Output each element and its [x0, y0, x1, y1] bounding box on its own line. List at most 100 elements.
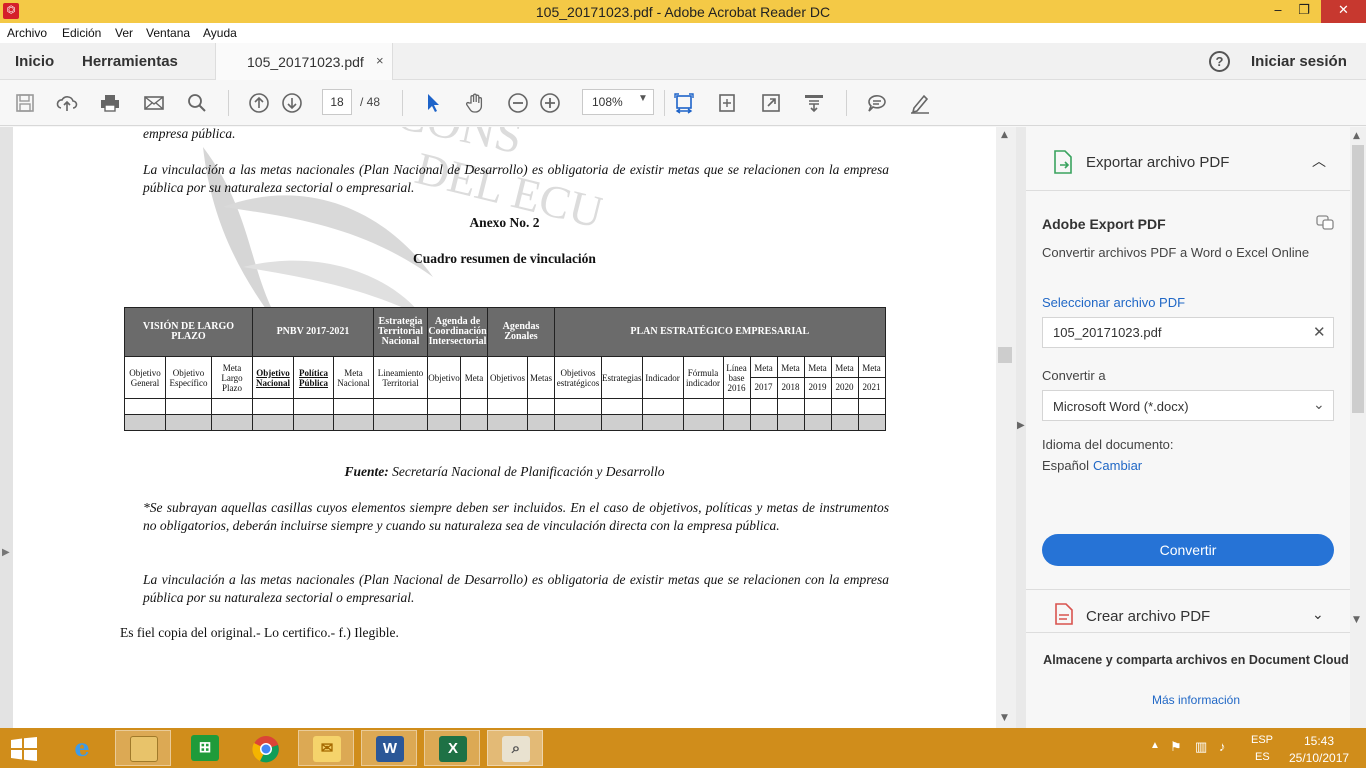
taskbar-word[interactable]: W: [361, 730, 417, 766]
tab-document[interactable]: 105_20171023.pdf ×: [215, 43, 393, 80]
tab-document-label: 105_20171023.pdf: [247, 54, 364, 70]
highlight-pen-icon[interactable]: [909, 92, 931, 114]
taskbar-outlook[interactable]: ✉: [298, 730, 354, 766]
export-pdf-header[interactable]: Exportar archivo PDF ︿: [1026, 127, 1350, 191]
scroll-down-icon[interactable]: ▼: [1001, 713, 1008, 723]
tray-expand-icon[interactable]: ▲: [1150, 740, 1160, 751]
right-panel-scrollbar[interactable]: ▲ ▼: [1350, 127, 1366, 728]
clock-date[interactable]: 25/10/2017: [1289, 751, 1349, 765]
input-language-top[interactable]: ESP: [1251, 734, 1273, 746]
pdf-page: CONS DEL ECU empresa pública. La vincula…: [13, 127, 996, 728]
menu-archivo[interactable]: Archivo: [7, 26, 47, 40]
taskbar-acrobat-reader[interactable]: ⌕: [487, 730, 543, 766]
document-scrollbar[interactable]: ▲ ▼: [996, 127, 1016, 728]
year-label: 2018: [777, 377, 804, 392]
menu-ver[interactable]: Ver: [115, 26, 133, 40]
hand-icon[interactable]: [464, 92, 486, 114]
selected-file-field[interactable]: 105_20171023.pdf ✕: [1042, 317, 1334, 348]
upload-icon[interactable]: [56, 92, 78, 114]
zoom-in-icon[interactable]: [539, 92, 561, 114]
taskbar-file-explorer[interactable]: [115, 730, 171, 766]
fit-page-icon[interactable]: [673, 92, 695, 114]
search-icon[interactable]: [186, 92, 208, 114]
create-pdf-label: Crear archivo PDF: [1086, 608, 1211, 625]
table-group-header: Agenda de Coordinación Intersectorial: [427, 307, 488, 357]
excel-icon: X: [439, 736, 467, 762]
email-icon[interactable]: [143, 92, 165, 114]
taskbar-excel[interactable]: X: [424, 730, 480, 766]
network-icon[interactable]: ▥: [1195, 739, 1207, 755]
taskbar-chrome[interactable]: [238, 730, 294, 766]
scroll-thumb[interactable]: [1352, 145, 1364, 413]
chevron-up-icon[interactable]: ︿: [1312, 151, 1326, 171]
scroll-thumb[interactable]: [998, 347, 1012, 363]
scroll-mode-icon[interactable]: [803, 92, 825, 114]
rotate-icon[interactable]: [716, 92, 738, 114]
paragraph-vinculacion-1: La vinculación a las metas nacionales (P…: [143, 162, 889, 195]
left-panel-toggle-icon[interactable]: ▶: [2, 547, 10, 558]
chevron-down-icon[interactable]: ⌄: [1312, 606, 1324, 623]
create-pdf-header[interactable]: Crear archivo PDF ⌄: [1026, 589, 1350, 633]
select-file-link[interactable]: Seleccionar archivo PDF: [1042, 295, 1185, 310]
menu-ayuda[interactable]: Ayuda: [203, 26, 237, 40]
close-window-button[interactable]: ✕: [1321, 0, 1366, 23]
chrome-icon: [252, 736, 279, 763]
table-col-header: Lineamiento Territorial: [373, 356, 428, 399]
chevron-right-icon[interactable]: ▶: [1017, 420, 1025, 431]
input-language-bottom[interactable]: ES: [1255, 751, 1270, 763]
fullscreen-icon[interactable]: [760, 92, 782, 114]
chevron-down-icon: ▼: [638, 93, 648, 104]
internet-explorer-icon: e: [74, 733, 90, 762]
right-panel-toggle[interactable]: ▶: [1016, 127, 1026, 728]
format-select[interactable]: Microsoft Word (*.docx) ⌄: [1042, 390, 1334, 421]
more-info-link[interactable]: Más información: [1042, 693, 1350, 707]
tab-tools[interactable]: Herramientas: [82, 53, 178, 70]
taskbar: e ⊞ ✉ W X ⌕ ▲ ⚑ ▥ ♪ ESP ES 15:43 25/10/2…: [0, 728, 1366, 768]
toolbar-divider: [402, 90, 403, 116]
convert-button[interactable]: Convertir: [1042, 534, 1334, 566]
save-icon[interactable]: [14, 92, 36, 114]
page-number-input[interactable]: 18: [322, 89, 352, 115]
word-icon: W: [376, 736, 404, 762]
minimize-button[interactable]: ‒: [1265, 0, 1291, 23]
menu-ventana[interactable]: Ventana: [146, 26, 190, 40]
table-row: [124, 414, 886, 431]
right-panel: Exportar archivo PDF ︿ Adobe Export PDF …: [1026, 127, 1350, 728]
taskbar-internet-explorer[interactable]: e: [54, 730, 110, 766]
comment-icon[interactable]: [866, 92, 888, 114]
window-title: 105_20171023.pdf - Adobe Acrobat Reader …: [535, 4, 831, 20]
cloud-promo-text: Almacene y comparta archivos en Document…: [1043, 653, 1349, 667]
action-center-icon[interactable]: ⚑: [1170, 739, 1182, 755]
table-col-header: Línea base 2016: [722, 356, 751, 399]
table-col-header: Objetivos: [487, 356, 528, 399]
tab-close-icon[interactable]: ×: [376, 53, 384, 68]
scroll-down-icon[interactable]: ▼: [1353, 615, 1360, 625]
change-language-link[interactable]: Cambiar: [1093, 458, 1142, 473]
document-viewport[interactable]: CONS DEL ECU empresa pública. La vincula…: [0, 127, 1016, 728]
taskbar-store[interactable]: ⊞: [177, 730, 233, 766]
signin-button[interactable]: Iniciar sesión: [1251, 53, 1347, 70]
meta-label: Meta: [754, 363, 773, 373]
page-up-icon[interactable]: [248, 92, 270, 114]
zoom-out-icon[interactable]: [507, 92, 529, 114]
table-col-header: Indicador: [641, 356, 684, 399]
meta-label: Meta: [862, 363, 881, 373]
clear-icon[interactable]: ✕: [1313, 323, 1326, 341]
table-col-header: Fórmula indicador: [682, 356, 724, 399]
tab-home[interactable]: Inicio: [15, 53, 54, 70]
scroll-up-icon[interactable]: ▲: [1353, 131, 1360, 141]
select-cursor-icon[interactable]: [422, 92, 444, 114]
scroll-up-icon[interactable]: ▲: [1001, 130, 1008, 140]
restore-button[interactable]: ❐: [1291, 0, 1317, 23]
chevron-down-icon: ⌄: [1313, 396, 1325, 412]
zoom-select[interactable]: 108% ▼: [582, 89, 654, 115]
page-down-icon[interactable]: [281, 92, 303, 114]
windows-start-icon[interactable]: [10, 737, 38, 761]
print-icon[interactable]: [99, 92, 121, 114]
menu-edicion[interactable]: Edición: [62, 26, 101, 40]
volume-icon[interactable]: ♪: [1219, 739, 1226, 754]
help-icon[interactable]: ?: [1209, 51, 1230, 72]
table-col-header: Meta 2018: [776, 356, 805, 399]
clock-time[interactable]: 15:43: [1304, 734, 1334, 748]
year-label: 2020: [831, 377, 858, 392]
